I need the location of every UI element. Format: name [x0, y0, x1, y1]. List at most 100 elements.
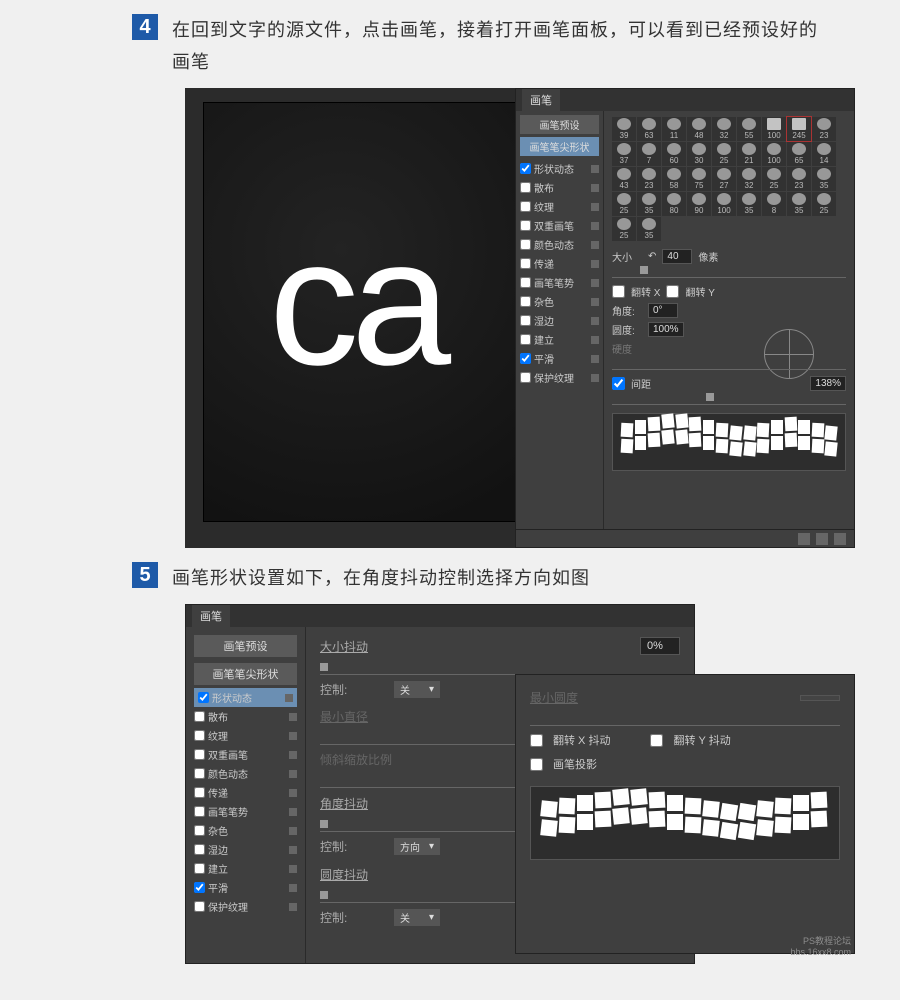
p2-protect-check[interactable]	[194, 901, 205, 912]
flip-reset-icon[interactable]: ↶	[648, 251, 656, 262]
p2-wet-check[interactable]	[194, 844, 205, 855]
brush-thumb[interactable]: 48	[687, 117, 711, 141]
brush-thumb[interactable]: 100	[712, 192, 736, 216]
brush-thumb[interactable]: 39	[612, 117, 636, 141]
brush-thumb[interactable]: 60	[662, 142, 686, 166]
opt-scatter[interactable]: 散布	[520, 178, 599, 197]
opt-color-dyn[interactable]: 颜色动态	[520, 235, 599, 254]
brush-thumb[interactable]: 14	[812, 142, 836, 166]
brush-thumb[interactable]: 25	[712, 142, 736, 166]
flipx-check[interactable]	[612, 285, 625, 298]
p2-pose[interactable]: 画笔笔势	[194, 802, 297, 821]
flipy-jitter-check[interactable]	[650, 734, 663, 747]
brush-thumb[interactable]: 35	[637, 217, 661, 241]
brush-thumbnails-grid[interactable]: 3963114832551002452337760302521100651443…	[612, 117, 846, 241]
p2-shape-dyn[interactable]: 形状动态	[194, 688, 297, 707]
brush-thumb[interactable]: 21	[737, 142, 761, 166]
brush-thumb[interactable]: 11	[662, 117, 686, 141]
brush-thumb[interactable]: 25	[612, 192, 636, 216]
brush-thumb[interactable]: 35	[787, 192, 811, 216]
flipx-jitter-check[interactable]	[530, 734, 543, 747]
p2-noise-check[interactable]	[194, 825, 205, 836]
brush-thumb[interactable]: 37	[612, 142, 636, 166]
texture-check[interactable]	[520, 201, 531, 212]
smooth-check[interactable]	[520, 353, 531, 364]
p2-build-check[interactable]	[194, 863, 205, 874]
trash-icon[interactable]	[834, 533, 846, 545]
spacing-value[interactable]: 138%	[810, 376, 846, 391]
p2-transfer[interactable]: 传递	[194, 783, 297, 802]
hardness-slider[interactable]	[612, 360, 846, 370]
opt-transfer[interactable]: 传递	[520, 254, 599, 273]
brush-proj-check[interactable]	[530, 758, 543, 771]
p2-dual-check[interactable]	[194, 749, 205, 760]
brush-thumb[interactable]: 100	[762, 142, 786, 166]
opt-smooth[interactable]: 平滑	[520, 349, 599, 368]
brush-thumb[interactable]: 25	[612, 217, 636, 241]
p2-smooth[interactable]: 平滑	[194, 878, 297, 897]
size-jitter-value[interactable]: 0%	[640, 637, 680, 655]
brush-thumb[interactable]: 23	[637, 167, 661, 191]
toggle-icon[interactable]	[798, 533, 810, 545]
flipy-check[interactable]	[666, 285, 679, 298]
size-value[interactable]: 40	[662, 249, 692, 264]
roundness-value[interactable]: 100%	[648, 322, 684, 337]
spacing-slider[interactable]	[612, 395, 846, 405]
p2-texture[interactable]: 纹理	[194, 726, 297, 745]
p2-build[interactable]: 建立	[194, 859, 297, 878]
p2-texture-check[interactable]	[194, 730, 205, 741]
brush-thumb[interactable]: 7	[637, 142, 661, 166]
wet-check[interactable]	[520, 315, 531, 326]
angle-value[interactable]: 0°	[648, 303, 678, 318]
transfer-check[interactable]	[520, 258, 531, 269]
size-slider[interactable]	[612, 268, 846, 278]
p2-presets-btn[interactable]: 画笔预设	[194, 635, 297, 657]
scatter-check[interactable]	[520, 182, 531, 193]
opt-build[interactable]: 建立	[520, 330, 599, 349]
p2-protect[interactable]: 保护纹理	[194, 897, 297, 916]
brush-thumb[interactable]: 25	[812, 192, 836, 216]
p2-dual[interactable]: 双重画笔	[194, 745, 297, 764]
p2-shape-dyn-check[interactable]	[198, 692, 209, 703]
p2-noise[interactable]: 杂色	[194, 821, 297, 840]
angle-widget[interactable]	[764, 329, 814, 379]
brush-thumb[interactable]: 75	[687, 167, 711, 191]
brush-thumb[interactable]: 32	[737, 167, 761, 191]
angle-control-dropdown[interactable]: 方向▾	[394, 838, 440, 855]
opt-dual[interactable]: 双重画笔	[520, 216, 599, 235]
color-dyn-check[interactable]	[520, 239, 531, 250]
brush-thumb[interactable]: 35	[812, 167, 836, 191]
brush-thumb[interactable]: 80	[662, 192, 686, 216]
brush-thumb[interactable]: 32	[712, 117, 736, 141]
brush-tab[interactable]: 画笔	[522, 89, 560, 111]
brush-thumb[interactable]: 23	[787, 167, 811, 191]
size-control-dropdown[interactable]: 关▾	[394, 681, 440, 698]
brush-thumb[interactable]: 65	[787, 142, 811, 166]
p2-scatter-check[interactable]	[194, 711, 205, 722]
opt-wet[interactable]: 湿边	[520, 311, 599, 330]
brush-thumb[interactable]: 100	[762, 117, 786, 141]
brush-tip-shape-btn[interactable]: 画笔笔尖形状	[520, 137, 599, 156]
p2-pose-check[interactable]	[194, 806, 205, 817]
opt-noise[interactable]: 杂色	[520, 292, 599, 311]
brush-thumb[interactable]: 35	[737, 192, 761, 216]
brush-thumb[interactable]: 43	[612, 167, 636, 191]
opt-texture[interactable]: 纹理	[520, 197, 599, 216]
brush-thumb[interactable]: 245	[787, 117, 811, 141]
brush-thumb[interactable]: 55	[737, 117, 761, 141]
noise-check[interactable]	[520, 296, 531, 307]
new-icon[interactable]	[816, 533, 828, 545]
dual-check[interactable]	[520, 220, 531, 231]
panel2-tab[interactable]: 画笔	[192, 605, 230, 627]
opt-shape-dynamics[interactable]: 形状动态	[520, 159, 599, 178]
p2-color-dyn[interactable]: 颜色动态	[194, 764, 297, 783]
shape-dyn-check[interactable]	[520, 163, 531, 174]
brush-thumb[interactable]: 25	[762, 167, 786, 191]
brush-thumb[interactable]: 27	[712, 167, 736, 191]
p2-tip-shape-btn[interactable]: 画笔笔尖形状	[194, 663, 297, 685]
p2-scatter[interactable]: 散布	[194, 707, 297, 726]
round-control-dropdown[interactable]: 关▾	[394, 909, 440, 926]
brush-thumb[interactable]: 30	[687, 142, 711, 166]
brush-thumb[interactable]: 58	[662, 167, 686, 191]
brush-thumb[interactable]: 63	[637, 117, 661, 141]
